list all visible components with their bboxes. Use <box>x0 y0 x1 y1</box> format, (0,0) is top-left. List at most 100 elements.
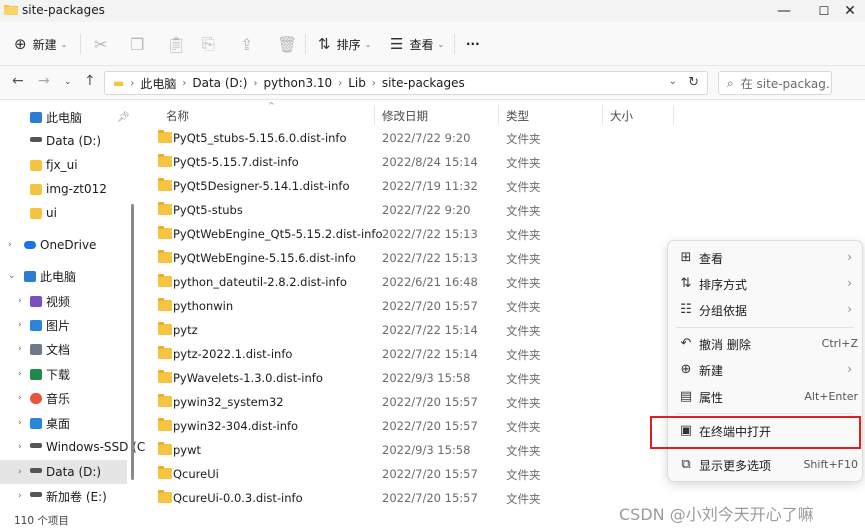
share-icon: ⇪ <box>240 34 254 54</box>
menu-item-new[interactable]: ⊕ 新建 › <box>672 357 858 383</box>
address-history-chevron-icon[interactable]: ⌄ <box>669 76 677 87</box>
cut-button[interactable]: ✂ <box>94 33 107 55</box>
menu-item-group-by[interactable]: ☷ 分组依据 › <box>672 297 858 323</box>
menu-item-label: 显示更多选项 <box>699 459 772 473</box>
breadcrumb-segment[interactable]: 此电脑 <box>140 75 176 92</box>
file-name: pywt <box>173 443 202 457</box>
chevron-right-icon[interactable]: › <box>18 369 22 379</box>
file-row[interactable]: PyQt5Designer-5.14.1.dist-info 2022/7/19… <box>156 174 656 198</box>
file-type: 文件夹 <box>506 324 541 338</box>
close-button[interactable]: ✕ <box>835 0 865 22</box>
file-row[interactable]: PyQt5-5.15.7.dist-info 2022/8/24 15:14 文… <box>156 150 656 174</box>
chevron-right-icon: › <box>253 77 258 89</box>
trash-icon: 🗑︎ <box>277 34 298 54</box>
column-divider[interactable] <box>374 105 375 125</box>
minimize-button[interactable]: — <box>764 0 804 22</box>
chevron-right-icon[interactable]: › <box>18 442 22 452</box>
sidebar-item-label: OneDrive <box>40 238 97 252</box>
chevron-right-icon[interactable]: › <box>18 467 22 477</box>
folder-icon <box>158 154 172 167</box>
scrollbar-thumb[interactable] <box>131 204 134 480</box>
column-header-type[interactable]: 类型 <box>506 108 529 124</box>
paste-button[interactable]: 📋︎ <box>166 33 186 55</box>
column-header-date[interactable]: 修改日期 <box>382 108 428 124</box>
sort-button-label: 排序 <box>336 37 361 52</box>
column-divider[interactable] <box>602 105 603 125</box>
share-button[interactable]: ⇪ <box>240 33 253 55</box>
file-row[interactable]: pywt 2022/9/3 15:58 文件夹 <box>156 438 656 462</box>
address-bar[interactable]: ▬ › 此电脑 › Data (D:) › python3.10 › Lib ›… <box>104 71 708 95</box>
undo-icon: ↶ <box>680 336 692 351</box>
file-row[interactable]: pywin32-304.dist-info 2022/7/20 15:57 文件… <box>156 414 656 438</box>
column-header-name[interactable]: 名称 <box>166 108 189 124</box>
folder-icon <box>158 130 172 143</box>
up-arrow-icon[interactable]: ↑ <box>84 73 96 89</box>
chevron-right-icon[interactable]: › <box>18 393 22 403</box>
file-row[interactable]: PyWavelets-1.3.0.dist-info 2022/9/3 15:5… <box>156 366 656 390</box>
menu-item-sort-by[interactable]: ⇅ 排序方式 › <box>672 271 858 297</box>
monitor-icon <box>24 270 36 282</box>
sidebar-item-label: fjx_ui <box>46 158 78 172</box>
file-row[interactable]: QcureUi 2022/7/20 15:57 文件夹 <box>156 462 656 486</box>
view-button[interactable]: ☰ 查看 ⌄ <box>390 33 444 55</box>
file-row[interactable]: PyQtWebEngine_Qt5-5.15.2.dist-info 2022/… <box>156 222 656 246</box>
breadcrumb-segment[interactable]: site-packages <box>382 76 465 90</box>
refresh-icon[interactable]: ↻ <box>688 75 699 90</box>
file-row[interactable]: pytz-2022.1.dist-info 2022/7/22 15:14 文件… <box>156 342 656 366</box>
breadcrumb-segment[interactable]: Lib <box>348 76 366 90</box>
menu-item-show-more-options[interactable]: ⧉ 显示更多选项 Shift+F10 <box>672 452 858 478</box>
file-row[interactable]: QcureUi-0.0.3.dist-info 2022/7/20 15:57 … <box>156 486 656 510</box>
menu-item-view[interactable]: ⊞ 查看 › <box>672 245 858 271</box>
desktop-icon <box>30 417 42 429</box>
chevron-right-icon[interactable]: › <box>18 491 22 501</box>
file-name: QcureUi <box>173 467 219 481</box>
breadcrumb-segment[interactable]: python3.10 <box>263 76 332 90</box>
copy-icon: ❐ <box>130 34 145 54</box>
copy-button[interactable]: ❐ <box>130 33 144 55</box>
file-row[interactable]: pytz 2022/7/22 15:14 文件夹 <box>156 318 656 342</box>
file-row[interactable]: pywin32_system32 2022/7/20 15:57 文件夹 <box>156 390 656 414</box>
chevron-right-icon[interactable]: › <box>18 296 22 306</box>
recent-locations-chevron-icon[interactable]: ⌄ <box>64 77 72 87</box>
file-row[interactable]: PyQt5-stubs 2022/7/22 9:20 文件夹 <box>156 198 656 222</box>
delete-button[interactable]: 🗑︎ <box>277 33 297 55</box>
breadcrumb-segment[interactable]: Data (D:) <box>192 76 247 90</box>
file-row[interactable]: pythonwin 2022/7/20 15:57 文件夹 <box>156 294 656 318</box>
file-name: QcureUi-0.0.3.dist-info <box>173 491 303 505</box>
chevron-down-icon[interactable]: ⌄ <box>8 271 16 281</box>
file-row[interactable]: PyQt5_stubs-5.15.6.0.dist-info 2022/7/22… <box>156 126 656 150</box>
sidebar-item-label: ui <box>46 206 57 220</box>
column-header-size[interactable]: 大小 <box>610 108 633 124</box>
menu-item-properties[interactable]: ▤ 属性 Alt+Enter <box>672 384 858 410</box>
drive-icon <box>30 443 42 448</box>
cloud-icon <box>24 241 36 249</box>
chevron-right-icon: › <box>182 77 187 89</box>
column-divider[interactable] <box>498 105 499 125</box>
back-arrow-icon[interactable]: ← <box>12 73 24 89</box>
chevron-right-icon[interactable]: › <box>18 418 22 428</box>
more-options-button[interactable]: ··· <box>466 33 480 55</box>
sort-ascending-icon: ^ <box>268 101 275 110</box>
forward-arrow-icon[interactable]: → <box>38 73 50 89</box>
column-divider[interactable] <box>673 105 674 125</box>
chevron-right-icon[interactable]: › <box>18 320 22 330</box>
file-type: 文件夹 <box>506 276 541 290</box>
chevron-right-icon[interactable]: › <box>18 344 22 354</box>
sidebar-item-data-d-selected[interactable]: › Data (D:) <box>0 460 127 484</box>
sidebar-scrollbar[interactable] <box>130 100 135 510</box>
file-date: 2022/9/3 15:58 <box>382 443 471 457</box>
file-row[interactable]: python_dateutil-2.8.2.dist-info 2022/6/2… <box>156 270 656 294</box>
search-input[interactable]: ⌕ 在 site-packag... <box>718 71 832 95</box>
chevron-right-icon[interactable]: › <box>8 240 12 250</box>
file-date: 2022/7/22 9:20 <box>382 131 471 145</box>
sort-button[interactable]: ⇅ 排序 ⌄ <box>318 33 371 55</box>
sidebar-item-label: Data (D:) <box>46 134 102 148</box>
menu-item-undo-delete[interactable]: ↶ 撤消 删除 Ctrl+Z <box>672 331 858 357</box>
file-name: PyWavelets-1.3.0.dist-info <box>173 371 323 385</box>
new-button[interactable]: ⊕ 新建 ⌄ <box>14 33 67 55</box>
divider <box>454 34 455 54</box>
file-name: PyQt5Designer-5.14.1.dist-info <box>173 179 350 193</box>
file-row[interactable]: PyQtWebEngine-5.15.6.dist-info 2022/7/22… <box>156 246 656 270</box>
rename-button[interactable]: ⎘ <box>202 33 215 55</box>
file-name: PyQtWebEngine-5.15.6.dist-info <box>173 251 356 265</box>
